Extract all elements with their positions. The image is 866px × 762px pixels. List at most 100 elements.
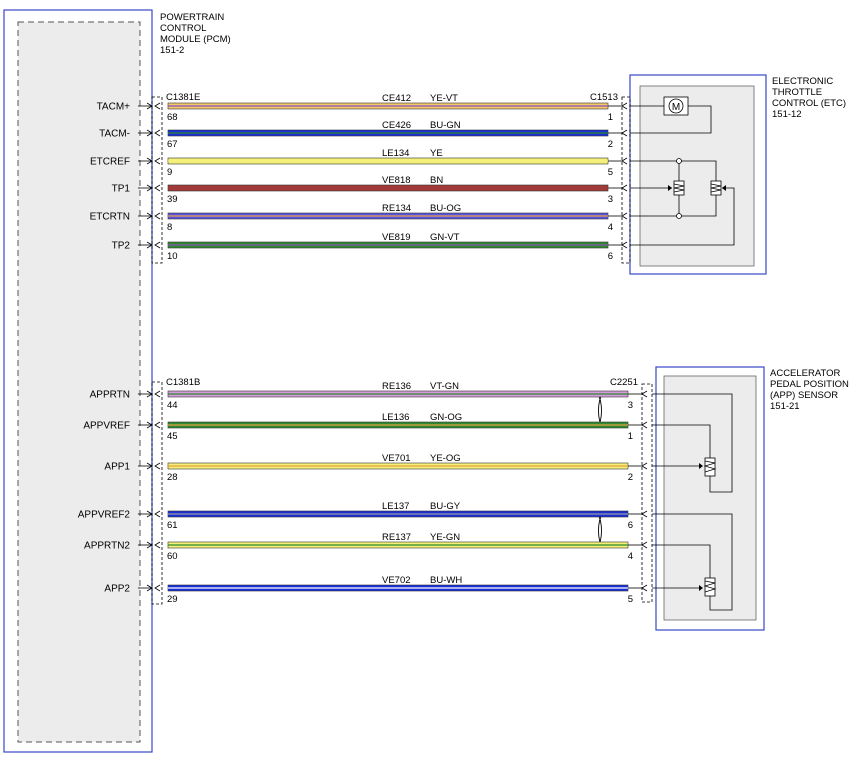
end-pin-number: 2 [628, 472, 633, 483]
wire-color-code: BU-GN [430, 120, 461, 131]
pcm-terminal-icon [154, 390, 161, 398]
motor-icon: M [663, 96, 689, 116]
pcm-pin-number: 28 [167, 472, 178, 483]
wire-row: ETCREF LE134 YE 9 5 [90, 148, 628, 178]
circuit-id: RE134 [382, 203, 411, 214]
pcm-pin-number: 10 [167, 251, 178, 262]
pcm-terminal-icon [154, 541, 161, 549]
pcm-connector-top-label: C1381E [166, 92, 200, 103]
end-terminal-icon [621, 184, 628, 192]
pcm-terminal-icon [154, 241, 161, 249]
etc-connector-label: C1513 [590, 92, 618, 103]
wires-layer: TACM+CE412 YE-VT68 1TACM-CE426 BU-GN67 2ETCR… [78, 93, 648, 605]
wire-row: APP1 VE701 YE-OG 28 2 [104, 453, 648, 483]
end-terminal-icon [641, 510, 648, 518]
signal-label: APPRTN2 [84, 541, 130, 552]
circuit-id: RE137 [382, 532, 411, 543]
wire-color-code: GN-VT [430, 232, 460, 243]
wire-color-code: BU-GY [430, 501, 461, 512]
etc-title-line-3: CONTROL (ETC) [772, 98, 846, 109]
end-pin-number: 5 [608, 167, 613, 178]
pcm-connector-shells [151, 96, 163, 605]
app-title: ACCELERATOR PEDAL POSITION (APP) SENSOR … [770, 368, 849, 412]
end-pin-number: 2 [608, 139, 613, 150]
app-connector-label: C2251 [610, 377, 638, 388]
circuit-id: VE819 [382, 232, 411, 243]
etc-title-line-4: 151-12 [772, 109, 802, 120]
pcm-pin-number: 60 [167, 551, 178, 562]
etc-title-line-1: ELECTRONIC [772, 76, 833, 87]
pcm-pin-number: 68 [167, 112, 178, 123]
pcm-pin-number: 39 [167, 194, 178, 205]
wire-row: APPVREF LE136 GN-OG 45 1 [83, 412, 648, 442]
end-terminal-icon [621, 102, 628, 110]
circuit-id: VE702 [382, 575, 411, 586]
wire-row: APP2 VE702 BU-WH 29 5 [104, 575, 648, 605]
wire-row: ETCRTN RE134 BU-OG 8 4 [90, 203, 628, 233]
pcm-title-line-1: POWERTRAIN [160, 12, 224, 23]
end-pin-number: 6 [628, 520, 633, 531]
end-terminal-icon [621, 157, 628, 165]
etc-title-line-2: THROTTLE [772, 87, 822, 98]
end-terminal-icon [641, 421, 648, 429]
signal-label: ETCREF [90, 157, 130, 168]
etc-title: ELECTRONIC THROTTLE CONTROL (ETC) 151-12 [772, 76, 846, 120]
wire-color-code: BU-WH [430, 575, 462, 586]
wire-color-code: VT-GN [430, 381, 459, 392]
circuit-id: CE412 [382, 93, 411, 104]
end-terminal-icon [621, 129, 628, 137]
app-module [641, 366, 765, 631]
pcm-module [3, 9, 153, 753]
end-pin-number: 6 [608, 251, 613, 262]
pcm-title-line-2: CONTROL [160, 23, 206, 34]
pcm-terminal-icon [154, 584, 161, 592]
end-pin-number: 1 [608, 112, 613, 123]
pcm-pin-number: 29 [167, 594, 178, 605]
end-pin-number: 4 [608, 222, 613, 233]
wire-color-code: YE-GN [430, 532, 460, 543]
wire-color-code: BU-OG [430, 203, 461, 214]
pcm-terminal-icon [154, 184, 161, 192]
pcm-terminal-icon [154, 462, 161, 470]
circuit-id: LE136 [382, 412, 409, 423]
end-pin-number: 3 [608, 194, 613, 205]
end-pin-number: 5 [628, 594, 633, 605]
wire-color-code: YE-VT [430, 93, 458, 104]
pcm-connector-bottom-label: C1381B [166, 377, 200, 388]
circuit-id: CE426 [382, 120, 411, 131]
signal-label: TACM- [99, 129, 130, 140]
pcm-pin-number: 61 [167, 520, 178, 531]
twisted-pair-markers [596, 391, 604, 549]
wire-row: TP2 VE819 GN-VT 10 6 [112, 232, 628, 262]
pcm-terminal-icon [154, 212, 161, 220]
pcm-pin-number: 67 [167, 139, 178, 150]
wire-row: TACM- CE426 BU-GN 67 2 [99, 120, 628, 150]
signal-label: ETCRTN [90, 212, 130, 223]
pcm-title-line-4: 151-2 [160, 45, 184, 56]
pcm-title: POWERTRAIN CONTROL MODULE (PCM) 151-2 [160, 12, 231, 56]
app-title-line-3: (APP) SENSOR [770, 390, 838, 401]
wire-color-code: BN [430, 175, 443, 186]
circuit-id: VE701 [382, 453, 411, 464]
wiring-diagram: POWERTRAIN CONTROL MODULE (PCM) 151-2 C1… [3, 9, 849, 753]
motor-symbol: M [672, 102, 680, 113]
app-title-line-1: ACCELERATOR [770, 368, 841, 379]
circuit-id: LE137 [382, 501, 409, 512]
pcm-pin-number: 44 [167, 400, 178, 411]
pcm-terminal-icon [154, 510, 161, 518]
pcm-title-line-3: MODULE (PCM) [160, 34, 231, 45]
end-terminal-icon [641, 541, 648, 549]
end-terminal-icon [621, 241, 628, 249]
end-terminal-icon [641, 462, 648, 470]
end-terminal-icon [621, 212, 628, 220]
pcm-terminal-icon [154, 102, 161, 110]
end-pin-number: 4 [628, 551, 633, 562]
pcm-terminal-icon [154, 129, 161, 137]
end-pin-number: 1 [628, 431, 633, 442]
signal-label: APP1 [104, 462, 130, 473]
signal-label: TP2 [112, 241, 131, 252]
circuit-id: VE818 [382, 175, 411, 186]
signal-label: TACM+ [97, 102, 131, 113]
wire-row: APPRTN2 RE137 YE-GN 60 4 [84, 532, 648, 562]
pcm-pin-number: 8 [167, 222, 172, 233]
